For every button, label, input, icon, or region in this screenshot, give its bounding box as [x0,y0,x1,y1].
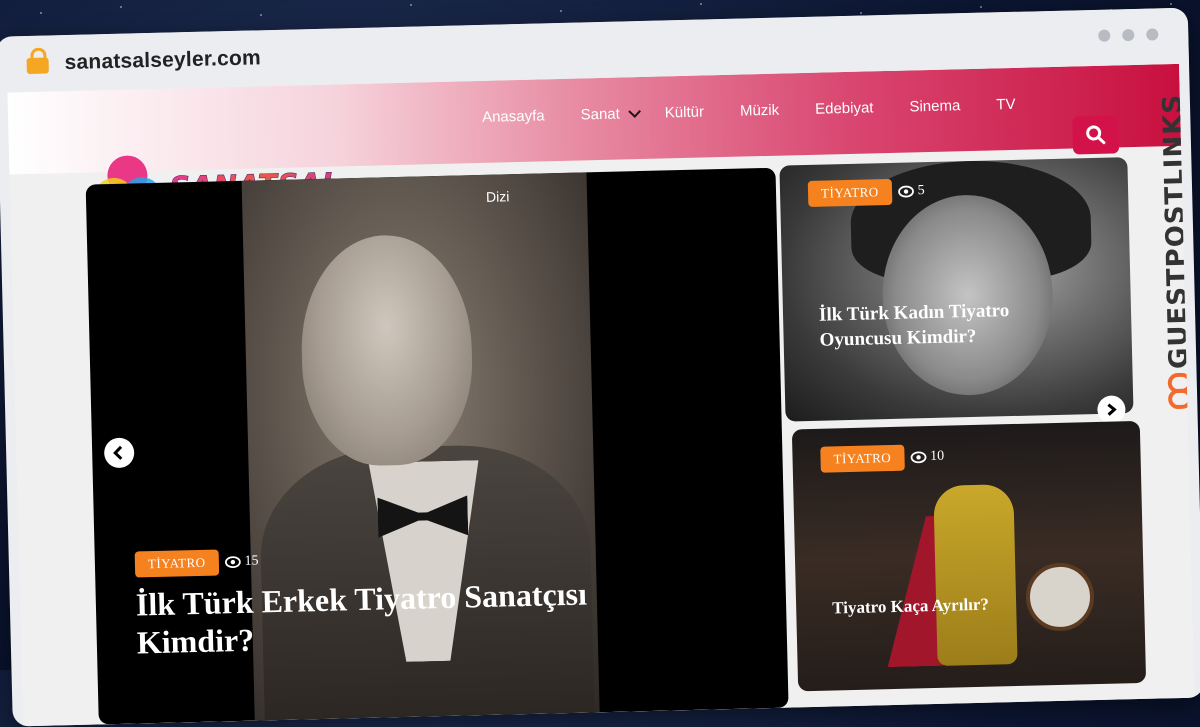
side-post-card[interactable]: TİYATRO 10 Tiyatro Kaça Ayrılır? [791,420,1147,692]
lock-icon [26,57,49,75]
nav-item-sinema[interactable]: Sinema [909,97,960,115]
side-post-title[interactable]: İlk Türk Kadın Tiyatro Oyuncusu Kimdir? [819,297,1060,353]
slider-next-button[interactable] [1097,395,1126,424]
view-count-value: 15 [244,553,259,569]
chevron-right-icon [1107,403,1117,416]
nav-item-edebiyat[interactable]: Edebiyat [815,99,874,117]
window-dot-icon[interactable] [1122,28,1135,42]
view-count: 5 [897,183,925,200]
side-post-meta: TİYATRO 5 [807,178,925,207]
featured-meta: TİYATRO 15 [134,549,259,578]
main-nav: Anasayfa Sanat Kültür Müzik Edebiyat Sin… [482,95,1052,126]
category-tag[interactable]: TİYATRO [134,549,219,578]
guestpostlinks-watermark: GUESTPOSTLINKS [1158,93,1194,429]
window-controls [1098,28,1159,42]
search-icon [1086,125,1106,145]
slider-prev-button[interactable] [103,437,135,469]
watermark-text: GUESTPOSTLINKS [1157,93,1195,370]
view-count: 10 [910,449,944,466]
view-count: 15 [224,553,259,571]
nav-item-dizi[interactable]: Dizi [486,188,510,205]
nav-item-anasayfa[interactable]: Anasayfa [482,107,545,126]
side-post-image-actor-shape [933,484,1018,666]
page-viewport: Anasayfa Sanat Kültür Müzik Edebiyat Sin… [7,63,1195,727]
eye-icon [224,556,241,569]
portrait-head-shape [298,233,475,468]
side-post-meta: TİYATRO 10 [820,444,944,473]
nav-item-sanat[interactable]: Sanat [580,105,641,124]
view-count-value: 10 [930,448,945,465]
featured-title[interactable]: İlk Türk Erkek Tiyatro Sanatçısı Kimdir? [135,573,657,662]
nav-item-muzik[interactable]: Müzik [740,102,780,120]
eye-icon [910,451,927,464]
nav-item-tv[interactable]: TV [996,96,1016,113]
link-icon [1167,372,1193,409]
nav-item-kultur[interactable]: Kültür [665,103,705,121]
browser-window: sanatsalseyler.com Anasayfa Sanat Kültür… [0,7,1200,727]
view-count-value: 5 [917,183,925,199]
chevron-left-icon [113,445,123,460]
chevron-down-icon [628,105,641,118]
category-tag[interactable]: TİYATRO [820,444,905,473]
eye-icon [897,185,914,198]
window-dot-icon[interactable] [1146,28,1159,41]
nav-item-label: Sanat [580,105,621,124]
window-dot-icon[interactable] [1098,29,1111,42]
category-tag[interactable]: TİYATRO [807,178,893,207]
side-post-card[interactable]: TİYATRO 5 İlk Türk Kadın Tiyatro Oyuncus… [779,157,1134,422]
search-button[interactable] [1072,115,1120,155]
url-text[interactable]: sanatsalseyler.com [64,46,261,75]
featured-slide[interactable]: Dizi TİYATRO 15 İlk Türk Erkek Tiyatro S… [85,167,789,725]
